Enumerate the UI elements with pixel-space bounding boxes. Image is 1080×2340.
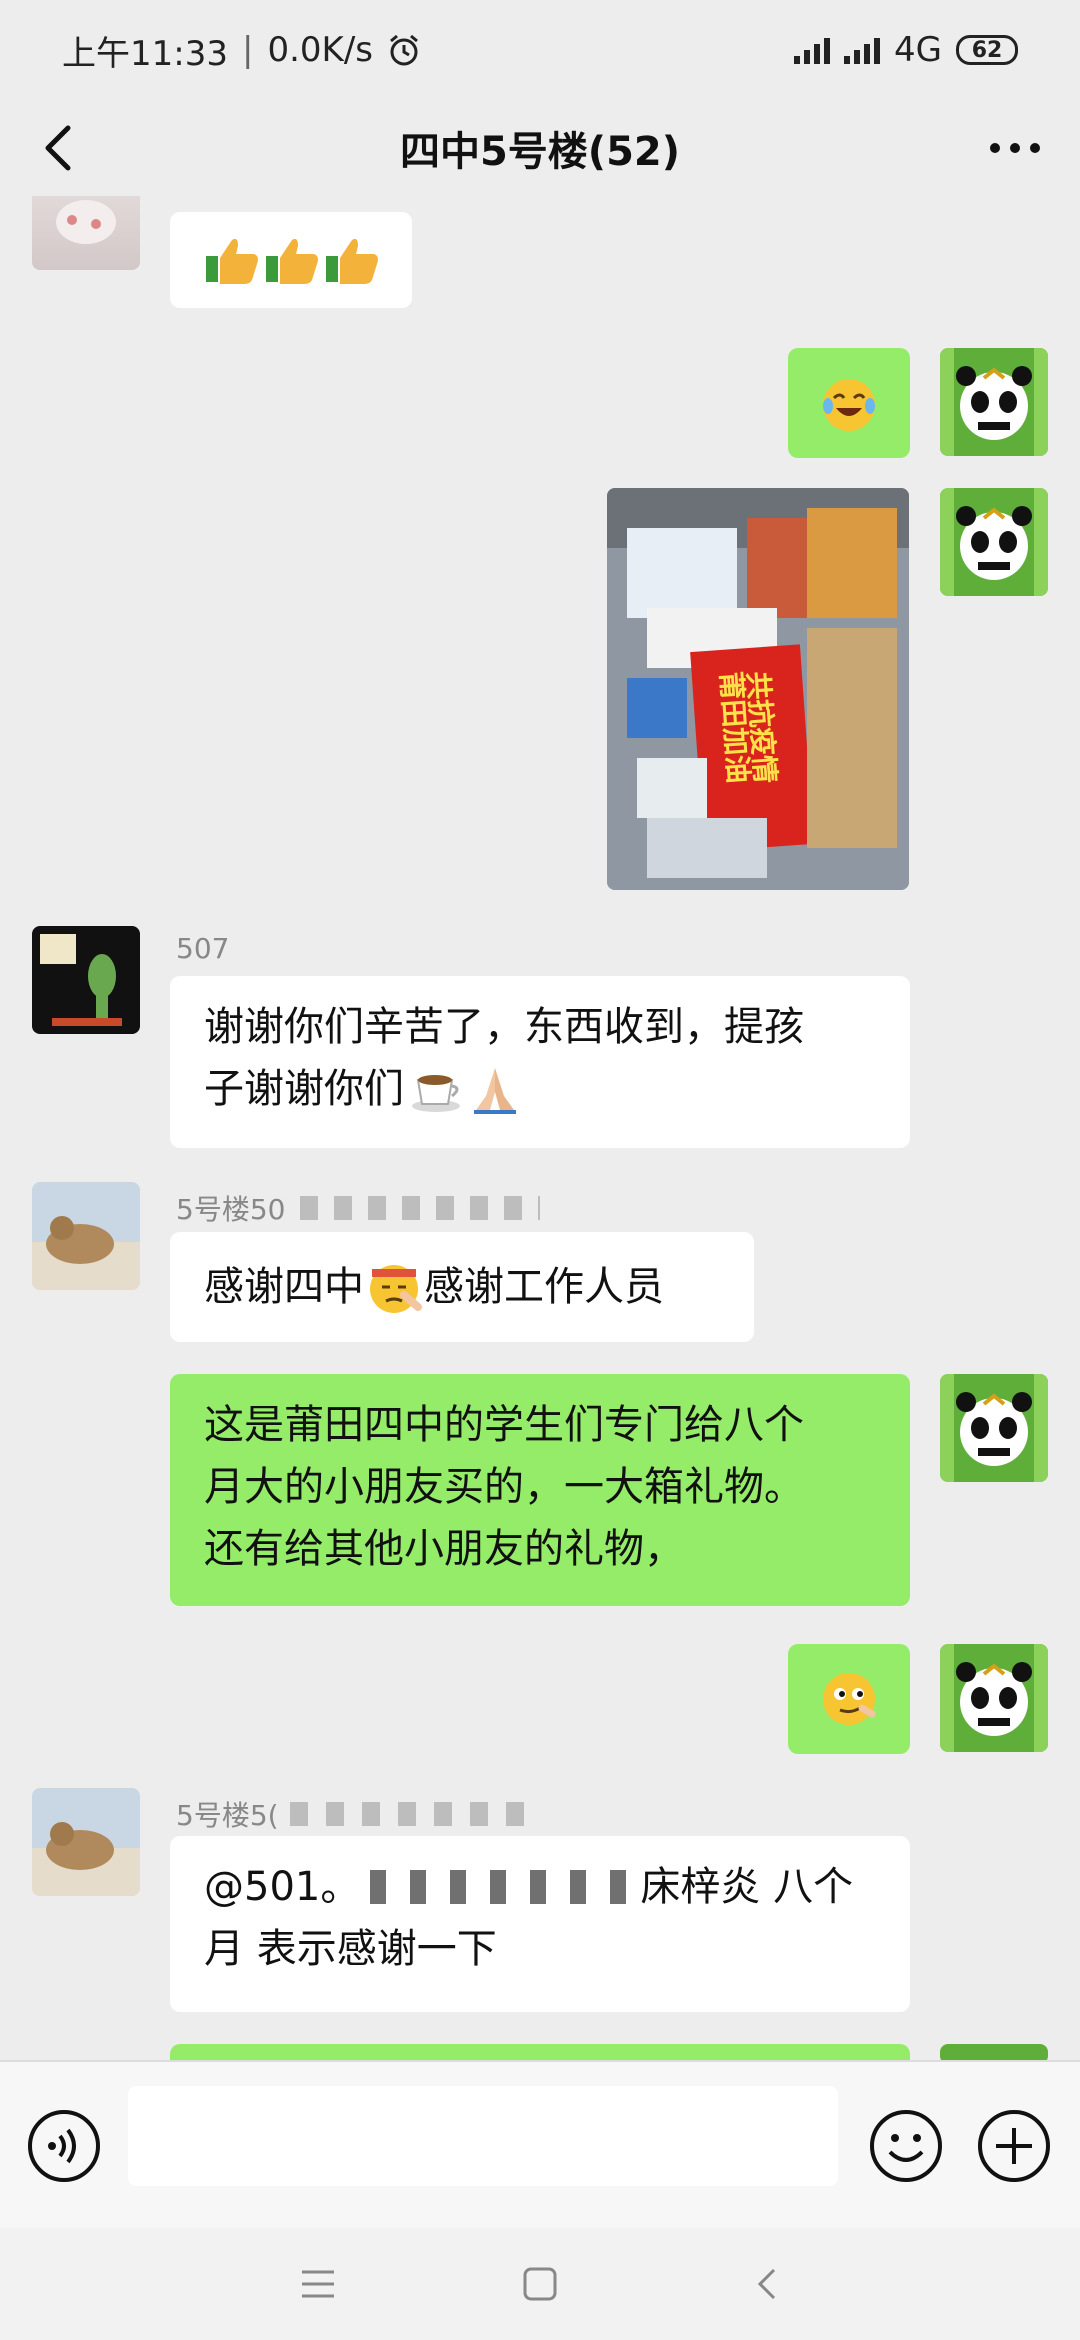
signal-icon — [794, 36, 831, 64]
message-text: 谢谢你们辛苦了，东西收到，提孩 — [204, 1004, 804, 1050]
message-bubble[interactable]: 谢谢你们辛苦了，东西收到，提孩 子谢谢你们 — [170, 976, 910, 1148]
avatar[interactable] — [32, 196, 140, 270]
message-text: 床梓炎 八个 — [640, 1864, 854, 1910]
chat-title: 四中5号楼(52) — [399, 129, 681, 175]
thumbs-up-icon — [266, 238, 318, 284]
coffee-icon — [412, 1075, 460, 1112]
message-input[interactable] — [128, 2086, 838, 2186]
saluting-face-icon — [370, 1265, 422, 1313]
sender-name: 5号楼50 — [176, 1193, 286, 1226]
message-text: 还有给其他小朋友的礼物， — [204, 1526, 684, 1572]
message-bubble[interactable] — [788, 348, 910, 458]
avatar[interactable] — [32, 926, 140, 1034]
shared-photo[interactable]: 共抗疫情 莆田加油 — [607, 488, 909, 890]
network-type: 4G — [894, 30, 942, 70]
status-bar: 上午11:33 | 0.0K/s 4G 62 — [0, 0, 1080, 100]
battery-level: 62 — [971, 37, 1003, 63]
battery-icon: 62 — [956, 35, 1018, 65]
blurred-text — [370, 1870, 631, 1904]
alarm-clock-icon — [390, 34, 418, 66]
avatar[interactable] — [940, 1644, 1048, 1752]
sender-name: 507 — [176, 932, 230, 965]
hd-signal-icon — [844, 36, 881, 64]
message-text: 月 表示感谢一下 — [204, 1926, 497, 1972]
emoji-icon[interactable] — [868, 2108, 944, 2184]
thumbs-up-icon — [206, 238, 258, 284]
blurred-name — [300, 1196, 540, 1220]
chat-header: 四中5号楼(52) — [0, 100, 1080, 196]
add-icon[interactable] — [976, 2108, 1052, 2184]
smirk-face-icon — [823, 1673, 876, 1725]
voice-icon[interactable] — [26, 2108, 102, 2184]
message-text: 感谢四中 — [204, 1264, 364, 1310]
thumbs-up-icon — [326, 238, 378, 284]
message-list[interactable]: 共抗疫情 莆田加油 507 谢谢你们辛苦了，东西收到，提孩 子谢谢你们 5号楼5… — [0, 196, 1080, 2060]
message-text: 子谢谢你们 — [204, 1066, 404, 1112]
laughing-crying-icon — [823, 379, 875, 431]
back-arrow-icon[interactable] — [30, 118, 90, 178]
message-bubble[interactable] — [170, 212, 412, 308]
message-bubble[interactable]: 这是莆田四中的学生们专门给八个 月大的小朋友买的，一大箱礼物。 还有给其他小朋友… — [170, 1374, 910, 1606]
avatar[interactable] — [32, 1182, 140, 1290]
sender-name: 5号楼5( — [176, 1799, 279, 1832]
menu-icon[interactable] — [298, 2266, 338, 2302]
back-icon[interactable] — [752, 2266, 782, 2302]
message-bubble[interactable]: @501。 床梓炎 八个 月 表示感谢一下 — [170, 1836, 910, 2012]
message-text: 这是莆田四中的学生们专门给八个 — [204, 1402, 804, 1448]
avatar[interactable] — [32, 1788, 140, 1896]
input-bar — [0, 2060, 1080, 2228]
status-time: 上午11:33 — [62, 33, 228, 74]
message-bubble[interactable]: 感谢四中 感谢工作人员 — [170, 1232, 754, 1342]
message-text: @501。 — [204, 1864, 361, 1910]
message-bubble[interactable] — [170, 2044, 910, 2060]
message-bubble[interactable] — [788, 1644, 910, 1754]
message-text: 月大的小朋友买的，一大箱礼物。 — [204, 1464, 804, 1510]
avatar[interactable] — [940, 488, 1048, 596]
more-options-icon[interactable] — [980, 118, 1050, 178]
blurred-name — [290, 1802, 540, 1826]
praying-hands-icon — [474, 1068, 516, 1114]
status-speed: 0.0K/s — [267, 30, 373, 70]
avatar[interactable] — [940, 2044, 1048, 2060]
avatar[interactable] — [940, 348, 1048, 456]
home-icon[interactable] — [522, 2266, 558, 2302]
status-divider: | — [241, 30, 254, 70]
avatar[interactable] — [940, 1374, 1048, 1482]
message-text: 感谢工作人员 — [424, 1264, 664, 1310]
system-navigation-bar — [0, 2228, 1080, 2340]
